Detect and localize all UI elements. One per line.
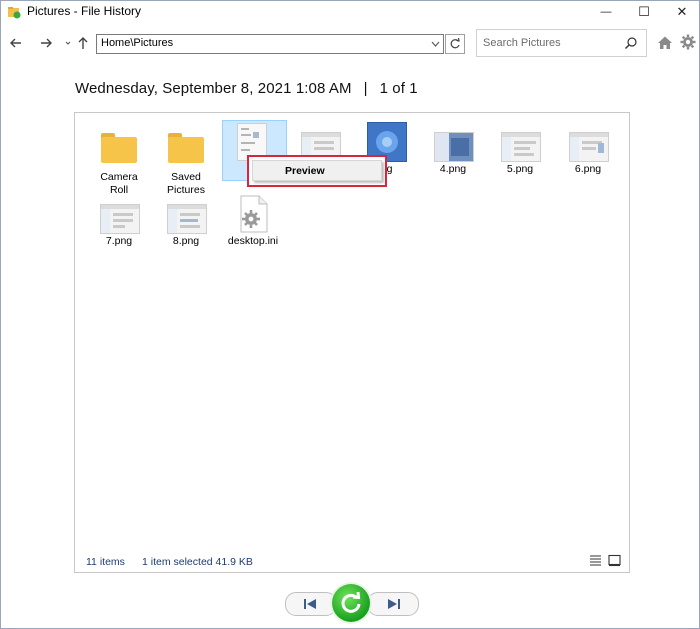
- back-button[interactable]: [7, 33, 25, 53]
- file-label: 4.png: [439, 163, 467, 175]
- backup-date: Wednesday, September 8, 2021 1:08 AM: [75, 80, 352, 97]
- skip-next-icon: [388, 599, 400, 609]
- refresh-icon: [450, 38, 460, 49]
- file-history-app-icon: [8, 7, 21, 19]
- search-input[interactable]: Search Pictures: [483, 37, 561, 49]
- image-thumbnail: [167, 204, 207, 234]
- previous-version-button[interactable]: [285, 592, 337, 616]
- folder-camera-roll[interactable]: Camera Roll: [86, 123, 152, 196]
- address-path: Home\Pictures: [101, 37, 174, 49]
- separator: |: [363, 80, 368, 97]
- image-thumbnail: [501, 132, 541, 162]
- recent-locations-button[interactable]: [63, 33, 73, 53]
- up-button[interactable]: [75, 33, 91, 53]
- item-count: 11 items: [86, 556, 125, 568]
- restore-icon: [341, 591, 361, 613]
- file-5-png[interactable]: 5.png: [487, 123, 553, 189]
- folder-icon-body: [168, 137, 204, 163]
- file-label: desktop.ini: [227, 235, 279, 247]
- chevron-down-icon: [431, 41, 439, 47]
- file-label: 5.png: [506, 163, 534, 175]
- address-dropdown[interactable]: [427, 35, 443, 53]
- settings-file-icon: [240, 195, 268, 233]
- address-bar[interactable]: Home\Pictures: [96, 34, 444, 54]
- gear-icon[interactable]: [680, 34, 696, 50]
- arrow-up-icon: [78, 37, 88, 49]
- version-counter: 1 of 1: [379, 80, 418, 97]
- file-label-line: Saved: [171, 171, 201, 183]
- skip-previous-icon: [304, 599, 316, 609]
- image-thumbnail: [569, 132, 609, 162]
- arrow-left-icon: [10, 38, 21, 48]
- window-title: Pictures - File History: [27, 4, 142, 18]
- selection-status: 1 item selected 41.9 KB: [142, 556, 253, 568]
- maximize-icon: ☐: [638, 4, 650, 19]
- forward-button[interactable]: [37, 33, 55, 53]
- next-version-button[interactable]: [367, 592, 419, 616]
- refresh-button[interactable]: [445, 34, 465, 54]
- details-view-icon[interactable]: [589, 554, 602, 567]
- file-label: 8.png: [172, 235, 200, 247]
- image-thumbnail: [434, 132, 474, 162]
- file-7-png[interactable]: 7.png: [86, 195, 152, 261]
- context-menu: Preview: [252, 160, 382, 181]
- context-menu-highlight: Preview: [247, 155, 387, 187]
- menu-item-preview[interactable]: Preview: [285, 165, 325, 177]
- file-4-png[interactable]: 4.png: [420, 123, 486, 189]
- restore-button[interactable]: [332, 584, 370, 622]
- file-6-png[interactable]: 6.png: [555, 123, 621, 189]
- search-icon[interactable]: [624, 36, 638, 50]
- close-button[interactable]: ✕: [659, 1, 700, 23]
- file-label: 6.png: [574, 163, 602, 175]
- file-desktop-ini[interactable]: desktop.ini: [220, 195, 286, 261]
- file-label: Saved Pictures: [153, 171, 219, 197]
- minimize-icon: —: [600, 6, 612, 18]
- image-thumbnail: [100, 204, 140, 234]
- folder-saved-pictures[interactable]: Saved Pictures: [153, 123, 219, 196]
- home-icon[interactable]: [657, 35, 673, 51]
- file-label: 7.png: [105, 235, 133, 247]
- file-history-window: Pictures - File History — ☐ ✕ Home\Pictu…: [0, 0, 700, 629]
- backup-date-heading: Wednesday, September 8, 2021 1:08 AM | 1 o…: [75, 80, 418, 97]
- close-icon: ✕: [676, 4, 688, 19]
- folder-icon-body: [101, 137, 137, 163]
- arrow-right-icon: [41, 38, 52, 48]
- large-icons-view-icon[interactable]: [608, 554, 621, 567]
- search-box[interactable]: Search Pictures: [476, 29, 647, 57]
- file-label: Camera Roll: [86, 171, 152, 197]
- chevron-down-icon: [65, 41, 71, 45]
- file-8-png[interactable]: 8.png: [153, 195, 219, 261]
- title-bar: Pictures - File History — ☐ ✕: [1, 1, 699, 23]
- file-label-line: Camera: [100, 171, 138, 183]
